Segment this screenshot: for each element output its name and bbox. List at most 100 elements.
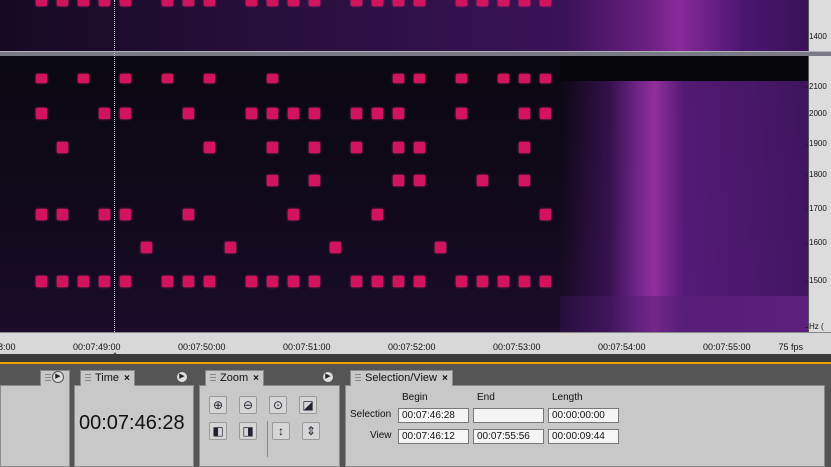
tone-block — [120, 276, 131, 287]
tone-block — [477, 175, 488, 186]
zoom-right-edge-button[interactable]: ◨ — [239, 422, 257, 440]
time-tick: 00:07:52:00 — [388, 342, 436, 352]
tone-block — [309, 276, 320, 287]
tone-block — [57, 209, 68, 220]
tone-block — [540, 209, 551, 220]
tab-selection-view[interactable]: Selection/View × — [350, 370, 453, 386]
time-tick: 00:07:49:00 — [73, 342, 121, 352]
tone-block — [204, 142, 215, 153]
tone-block — [519, 142, 530, 153]
tone-block — [393, 108, 404, 119]
tone-block — [36, 0, 47, 6]
tone-block — [267, 108, 278, 119]
tone-block — [162, 0, 173, 6]
zoom-out-amplitude-button[interactable]: ⊖ — [239, 396, 257, 414]
spectral-display[interactable] — [0, 56, 808, 332]
zoom-to-selection-button[interactable]: ◪ — [299, 396, 317, 414]
tone-block — [120, 209, 131, 220]
tone-block — [477, 276, 488, 287]
playhead-cursor[interactable] — [114, 0, 115, 340]
tone-block — [267, 142, 278, 153]
tone-block — [393, 142, 404, 153]
row-label-selection: Selection — [350, 409, 392, 420]
frequency-label: 1800 — [805, 170, 827, 179]
tab-time-label: Time — [95, 372, 120, 384]
tone-block — [288, 209, 299, 220]
tone-block — [267, 0, 278, 6]
zoom-in-amplitude-button[interactable]: ⊕ — [209, 396, 227, 414]
tab-time[interactable]: Time × — [80, 370, 135, 386]
tab-zoom[interactable]: Zoom × — [205, 370, 264, 386]
tone-block — [246, 0, 257, 6]
selection-length-field[interactable]: 00:00:00:00 — [548, 408, 619, 423]
tone-block — [309, 108, 320, 119]
tone-block — [204, 276, 215, 287]
tone-block — [309, 142, 320, 153]
time-tick: 00:07:55:00 — [703, 342, 751, 352]
tone-block — [372, 209, 383, 220]
tone-block — [204, 74, 215, 83]
tone-block — [78, 276, 89, 287]
time-tick: 00:07:50:00 — [178, 342, 226, 352]
tone-block — [414, 276, 425, 287]
close-icon[interactable]: × — [124, 373, 130, 384]
frequency-scale: 2100 2000 1900 1800 1700 1600 1500 Hz ( — [805, 56, 831, 332]
grip-icon[interactable] — [355, 374, 361, 383]
tone-block — [498, 74, 509, 83]
spectral-overview-strip[interactable] — [0, 0, 808, 51]
tone-block — [225, 242, 236, 253]
close-icon[interactable]: × — [253, 373, 259, 384]
tone-block — [540, 276, 551, 287]
tone-block — [36, 74, 47, 83]
toolbar-divider — [267, 421, 268, 457]
frequency-label: 1500 — [805, 276, 827, 285]
selection-view-panel: Begin End Length Selection 00:07:46:28 0… — [345, 385, 825, 467]
zoom-in-vertical-button[interactable]: ↕ — [272, 422, 290, 440]
tone-block — [393, 74, 404, 83]
tone-block — [183, 209, 194, 220]
zoom-out-vertical-button[interactable]: ⇕ — [302, 422, 320, 440]
tone-block — [372, 108, 383, 119]
tone-block — [414, 0, 425, 6]
tone-block — [498, 276, 509, 287]
tone-block — [351, 142, 362, 153]
tone-block — [120, 74, 131, 83]
frequency-unit-label: Hz ( — [805, 322, 824, 331]
grip-icon[interactable] — [85, 374, 91, 383]
collapsed-panel — [0, 385, 70, 467]
zoom-out-full-button[interactable]: ⊙ — [269, 396, 287, 414]
tone-block — [36, 108, 47, 119]
tone-block — [540, 74, 551, 83]
view-length-field[interactable]: 00:00:09:44 — [548, 429, 619, 444]
frequency-label: 2100 — [805, 82, 827, 91]
grip-icon[interactable] — [45, 374, 51, 383]
panel-options-icon[interactable]: ▶ — [52, 371, 64, 383]
zoom-left-edge-button[interactable]: ◧ — [209, 422, 227, 440]
close-icon[interactable]: × — [442, 373, 448, 384]
tone-block — [456, 108, 467, 119]
tone-block — [36, 209, 47, 220]
panel-options-icon[interactable]: ▶ — [322, 371, 334, 383]
panel-divider — [0, 354, 831, 364]
tone-block — [183, 0, 194, 6]
time-ruler[interactable]: 8:00 00:07:49:00 00:07:50:00 00:07:51:00… — [0, 332, 831, 357]
tone-block — [519, 108, 530, 119]
tone-block — [120, 108, 131, 119]
tone-block — [267, 276, 278, 287]
tone-block — [204, 0, 215, 6]
tone-block — [519, 74, 530, 83]
tone-block — [120, 0, 131, 6]
tone-block — [351, 0, 362, 6]
row-label-view: View — [370, 430, 392, 441]
selection-end-field[interactable] — [473, 408, 544, 423]
tone-block — [246, 108, 257, 119]
selection-begin-field[interactable]: 00:07:46:28 — [398, 408, 469, 423]
column-header-length: Length — [552, 392, 583, 403]
tone-block — [351, 276, 362, 287]
panel-options-icon[interactable]: ▶ — [176, 371, 188, 383]
view-end-field[interactable]: 00:07:55:56 — [473, 429, 544, 444]
view-begin-field[interactable]: 00:07:46:12 — [398, 429, 469, 444]
time-panel: 00:07:46:28 — [74, 385, 194, 467]
tone-block — [540, 0, 551, 6]
grip-icon[interactable] — [210, 374, 216, 383]
